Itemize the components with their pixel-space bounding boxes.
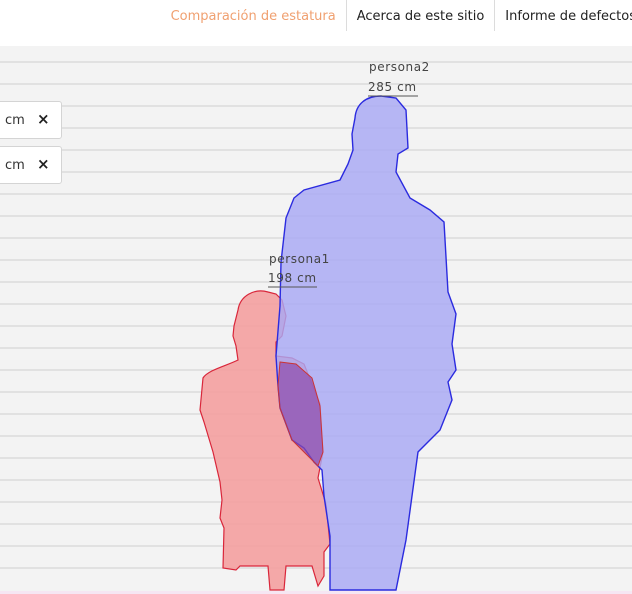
nav-about-site[interactable]: Acerca de este sitio — [345, 0, 495, 31]
nav-bug-report[interactable]: Informe de defectos — [494, 0, 632, 31]
person1-name-label: persona1 — [269, 252, 330, 266]
height-input-row-1[interactable]: cm × — [0, 101, 62, 139]
top-navigation: Comparación de estatura Acerca de este s… — [0, 0, 632, 46]
comparison-drawing: persona1 198 cm persona2 285 cm — [0, 60, 632, 591]
unit-label: cm — [5, 158, 25, 173]
remove-person-icon[interactable]: × — [37, 110, 50, 128]
person1-height-label: 198 cm — [268, 271, 317, 285]
person2-height-label: 285 cm — [368, 80, 417, 94]
remove-person-icon[interactable]: × — [37, 155, 50, 173]
person2-name-label: persona2 — [369, 60, 430, 74]
unit-label: cm — [5, 113, 25, 128]
nav-height-comparison[interactable]: Comparación de estatura — [161, 0, 346, 31]
height-input-row-2[interactable]: cm × — [0, 146, 62, 184]
